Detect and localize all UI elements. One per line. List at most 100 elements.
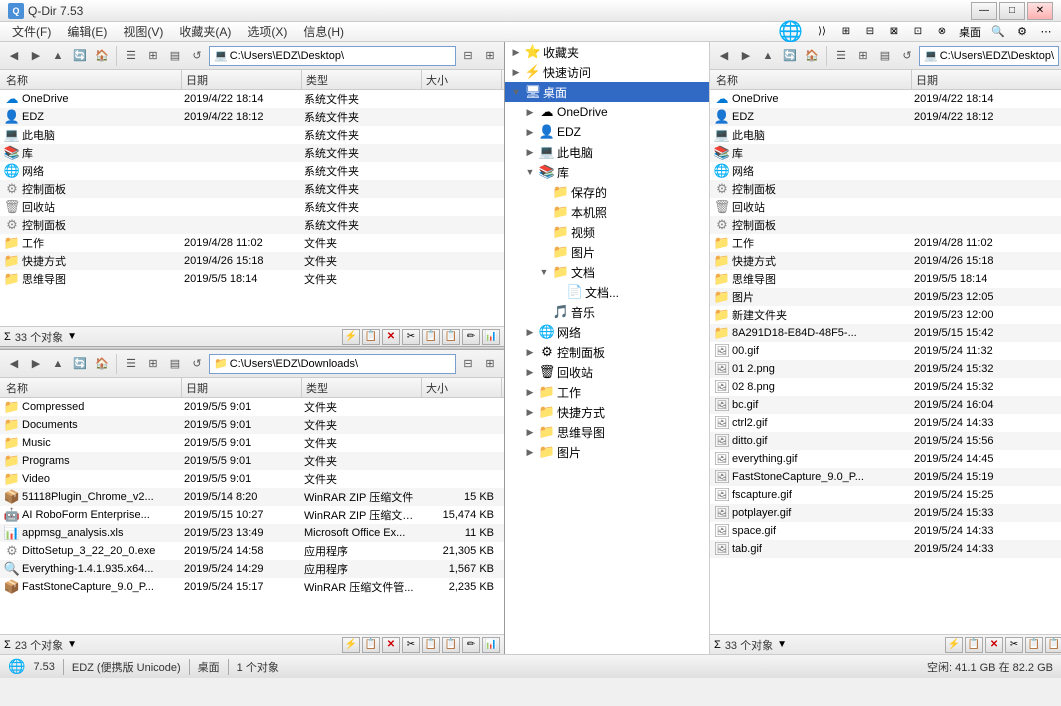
file-row[interactable]: 📁 Music 2019/5/5 9:01 文件夹 (0, 434, 504, 452)
file-row[interactable]: 📁 Video 2019/5/5 9:01 文件夹 (0, 470, 504, 488)
tree-item[interactable]: ▶ 📁 工作 (505, 382, 709, 402)
tree-item[interactable]: ▶ 👤 EDZ (505, 122, 709, 142)
toolbar-btn-4[interactable]: ⊠ (883, 21, 905, 43)
maximize-button[interactable]: □ (999, 2, 1025, 20)
pane1-back[interactable]: ◀ (4, 46, 24, 66)
minimize-button[interactable]: — (971, 2, 997, 20)
pane1-dropdown[interactable]: ▼ (67, 331, 77, 342)
file-row[interactable]: 💻 此电脑 系统文件夹 (0, 126, 504, 144)
pane3-refresh2[interactable]: ↺ (897, 46, 917, 66)
file-row[interactable]: ☁ OneDrive 2019/4/22 18:14 系统文件夹 (0, 90, 504, 108)
toolbar-settings[interactable]: ⚙ (1011, 21, 1033, 43)
pane1-fb8[interactable]: 📊 (482, 329, 500, 345)
pane2-fb4[interactable]: ✂ (402, 637, 420, 653)
file-row[interactable]: 📁 工作 2019/4/28 11:02 (710, 234, 1061, 252)
file-row[interactable]: 📁 快捷方式 2019/4/26 15:18 文件夹 (0, 252, 504, 270)
pane3-fb3[interactable]: ✕ (985, 637, 1003, 653)
toolbar-search[interactable]: 🔍 (987, 21, 1009, 43)
tree-item[interactable]: 🎵 音乐 (505, 302, 709, 322)
file-row[interactable]: 🖼 potplayer.gif 2019/5/24 15:33 (710, 504, 1061, 522)
toolbar-btn-2[interactable]: ⊞ (835, 21, 857, 43)
pane2-view-list[interactable]: ☰ (121, 354, 141, 374)
file-row[interactable]: 🖼 bc.gif 2019/5/24 16:04 (710, 396, 1061, 414)
tree-item[interactable]: ▼ 📁 文档 (505, 262, 709, 282)
pane2-address[interactable]: 📁 C:\Users\EDZ\Downloads\ (209, 354, 456, 374)
pane2-fb3[interactable]: ✕ (382, 637, 400, 653)
pane3-fb2[interactable]: 📋 (965, 637, 983, 653)
pane3-address[interactable]: 💻 C:\Users\EDZ\Desktop\ (919, 46, 1059, 66)
pane3-up[interactable]: ▲ (758, 46, 778, 66)
tree-item[interactable]: ▶ 🗑 回收站 (505, 362, 709, 382)
pane3-view-grid[interactable]: ⊞ (853, 46, 873, 66)
file-row[interactable]: ⚙ 控制面板 (710, 216, 1061, 234)
file-row[interactable]: 📦 FastStoneCapture_9.0_P... 2019/5/24 15… (0, 578, 504, 596)
pane2-view-detail[interactable]: ▤ (165, 354, 185, 374)
close-button[interactable]: ✕ (1027, 2, 1053, 20)
file-row[interactable]: 👤 EDZ 2019/4/22 18:12 系统文件夹 (0, 108, 504, 126)
pane3-forward[interactable]: ▶ (736, 46, 756, 66)
pane2-forward[interactable]: ▶ (26, 354, 46, 374)
col-header-date[interactable]: 日期 (182, 70, 302, 89)
file-row[interactable]: 🗑 回收站 (710, 198, 1061, 216)
pane3-fb1[interactable]: ⚡ (945, 637, 963, 653)
toolbar-btn-5[interactable]: ⊡ (907, 21, 929, 43)
pane2-fb5[interactable]: 📋 (422, 637, 440, 653)
tree-item[interactable]: ▶ 💻 此电脑 (505, 142, 709, 162)
tree-item[interactable]: ▶ 📁 思维导图 (505, 422, 709, 442)
pane2-col-header-type[interactable]: 类型 (302, 378, 422, 397)
tree-item[interactable]: ▶ ⚙ 控制面板 (505, 342, 709, 362)
pane3-home[interactable]: 🏠 (802, 46, 822, 66)
pane1-fb5[interactable]: 📋 (422, 329, 440, 345)
tree-item[interactable]: ▶ 🌐 网络 (505, 322, 709, 342)
file-row[interactable]: 📚 库 系统文件夹 (0, 144, 504, 162)
pane1-fb3[interactable]: ✕ (382, 329, 400, 345)
pane1-view-toggle1[interactable]: ⊟ (458, 46, 478, 66)
pane2-dropdown[interactable]: ▼ (67, 639, 77, 650)
pane1-fb7[interactable]: ✏ (462, 329, 480, 345)
col-header-type[interactable]: 类型 (302, 70, 422, 89)
pane3-view-list[interactable]: ☰ (831, 46, 851, 66)
pane3-fb6[interactable]: 📋 (1045, 637, 1061, 653)
tree-item[interactable]: 📄 文档... (505, 282, 709, 302)
toolbar-btn-3[interactable]: ⊟ (859, 21, 881, 43)
tree-panel[interactable]: ▶ ⭐ 收藏夹 ▶ ⚡ 快速访问 ▼ 🖥 桌面 ▶ ☁ OneDrive ▶ 👤… (505, 42, 710, 654)
file-row[interactable]: 🌐 网络 系统文件夹 (0, 162, 504, 180)
pane3-file-list[interactable]: ☁ OneDrive 2019/4/22 18:14 👤 EDZ 2019/4/… (710, 90, 1061, 634)
file-row[interactable]: 🖼 everything.gif 2019/5/24 14:45 (710, 450, 1061, 468)
file-row[interactable]: 📁 思维导图 2019/5/5 18:14 (710, 270, 1061, 288)
file-row[interactable]: ⚙ DittoSetup_3_22_20_0.exe 2019/5/24 14:… (0, 542, 504, 560)
file-row[interactable]: 📁 思维导图 2019/5/5 18:14 文件夹 (0, 270, 504, 288)
pane3-col-header-name[interactable]: 名称 (712, 70, 912, 89)
file-row[interactable]: 🔍 Everything-1.4.1.935.x64... 2019/5/24 … (0, 560, 504, 578)
pane1-view-detail[interactable]: ▤ (165, 46, 185, 66)
file-row[interactable]: 🖼 tab.gif 2019/5/24 14:33 (710, 540, 1061, 558)
pane3-fb4[interactable]: ✂ (1005, 637, 1023, 653)
col-header-size[interactable]: 大小 (422, 70, 502, 89)
pane3-view-detail[interactable]: ▤ (875, 46, 895, 66)
file-row[interactable]: 📁 Documents 2019/5/5 9:01 文件夹 (0, 416, 504, 434)
file-row[interactable]: 📁 新建文件夹 2019/5/23 12:00 (710, 306, 1061, 324)
file-row[interactable]: 🖼 01 2.png 2019/5/24 15:32 (710, 360, 1061, 378)
menu-info[interactable]: 信息(H) (295, 21, 352, 42)
tree-item[interactable]: 📁 图片 (505, 242, 709, 262)
pane2-view-toggle2[interactable]: ⊞ (480, 354, 500, 374)
menu-options[interactable]: 选项(X) (239, 21, 295, 42)
pane1-address[interactable]: 💻 C:\Users\EDZ\Desktop\ (209, 46, 456, 66)
pane2-fb1[interactable]: ⚡ (342, 637, 360, 653)
pane1-up[interactable]: ▲ (48, 46, 68, 66)
file-row[interactable]: 📁 工作 2019/4/28 11:02 文件夹 (0, 234, 504, 252)
pane2-col-header-size[interactable]: 大小 (422, 378, 502, 397)
file-row[interactable]: 💻 此电脑 (710, 126, 1061, 144)
tree-item[interactable]: ▶ ⭐ 收藏夹 (505, 42, 709, 62)
file-row[interactable]: 🖼 FastStoneCapture_9.0_P... 2019/5/24 15… (710, 468, 1061, 486)
file-row[interactable]: ⚙ 控制面板 系统文件夹 (0, 180, 504, 198)
pane1-fb2[interactable]: 📋 (362, 329, 380, 345)
pane2-fb2[interactable]: 📋 (362, 637, 380, 653)
file-row[interactable]: 📁 8A291D18-E84D-48F5-... 2019/5/15 15:42 (710, 324, 1061, 342)
pane2-refresh[interactable]: 🔄 (70, 354, 90, 374)
toolbar-extra[interactable]: ⋯ (1035, 21, 1057, 43)
pane2-fb7[interactable]: ✏ (462, 637, 480, 653)
menu-view[interactable]: 视图(V) (115, 21, 171, 42)
file-row[interactable]: 📚 库 (710, 144, 1061, 162)
menu-favorites[interactable]: 收藏夹(A) (171, 21, 239, 42)
